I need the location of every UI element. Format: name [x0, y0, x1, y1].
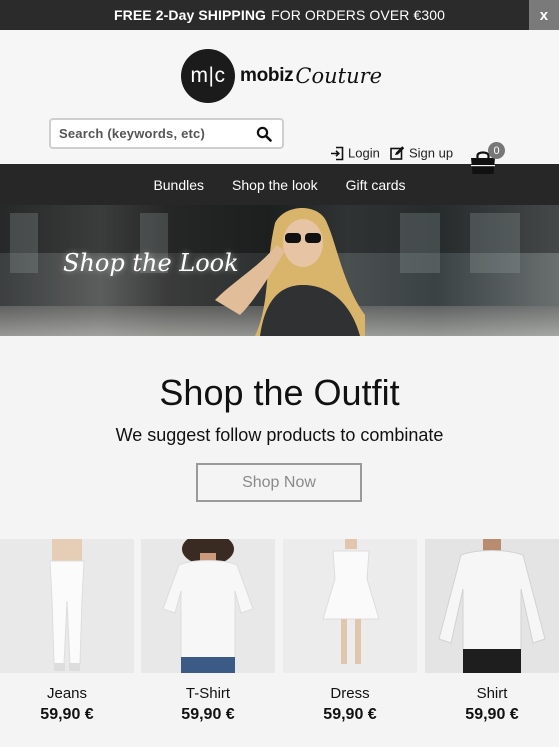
- shop-the-look-banner[interactable]: Shop the Look: [0, 205, 559, 336]
- logo-mark-text: m|c: [190, 64, 226, 87]
- nav-item-bundles[interactable]: Bundles: [153, 177, 204, 193]
- search-input[interactable]: Search (keywords, etc): [59, 126, 256, 141]
- site-header: m|c mobiz Couture Search (keywords, etc)…: [0, 30, 559, 174]
- banner-window: [400, 213, 440, 273]
- promo-bold-text: FREE 2-Day SHIPPING: [114, 7, 267, 23]
- product-name: T-Shirt: [185, 685, 231, 702]
- logo-word-mobiz: mobiz: [240, 65, 294, 86]
- product-card-jeans[interactable]: Jeans 59,90 €: [0, 539, 134, 724]
- shop-now-button[interactable]: Shop Now: [196, 463, 362, 502]
- nav-item-gift-cards[interactable]: Gift cards: [346, 177, 406, 193]
- product-grid: Jeans 59,90 € T-Shirt 59,90 € Dress 59,9…: [0, 539, 559, 747]
- login-label: Login: [348, 145, 380, 161]
- jeans-illustration: [0, 539, 134, 673]
- banner-model-image: [215, 208, 365, 336]
- product-card-shirt[interactable]: Shirt 59,90 €: [425, 539, 559, 724]
- banner-window: [10, 213, 38, 273]
- nav-item-shop-the-look[interactable]: Shop the look: [232, 177, 318, 193]
- login-icon: [331, 146, 344, 160]
- search-icon[interactable]: [256, 126, 272, 142]
- search-box[interactable]: Search (keywords, etc): [49, 118, 284, 149]
- dress-illustration: [283, 539, 417, 673]
- close-promo-button[interactable]: x: [529, 0, 559, 30]
- product-name: Shirt: [476, 685, 508, 702]
- banner-script-text: Shop the Look: [63, 249, 239, 277]
- logo-mark: m|c: [181, 49, 235, 103]
- product-price: 59,90 €: [181, 706, 235, 723]
- promo-bar: FREE 2-Day SHIPPING FOR ORDERS OVER €300…: [0, 0, 559, 30]
- signup-icon: [390, 146, 405, 160]
- tshirt-illustration: [141, 539, 275, 673]
- product-card-dress[interactable]: Dress 59,90 €: [283, 539, 417, 724]
- product-image-shirt[interactable]: [425, 539, 559, 673]
- promo-text: FOR ORDERS OVER €300: [271, 7, 445, 23]
- product-price: 59,90 €: [323, 706, 377, 723]
- shop-outfit-section: Shop the Outfit We suggest follow produc…: [0, 336, 559, 539]
- product-card-tshirt[interactable]: T-Shirt 59,90 €: [141, 539, 275, 724]
- product-price: 59,90 €: [465, 706, 519, 723]
- product-price: 59,90 €: [40, 706, 94, 723]
- brand-logo[interactable]: m|c mobiz Couture: [181, 49, 382, 103]
- section-subtitle: We suggest follow products to combinate: [115, 425, 444, 445]
- section-title: Shop the Outfit: [159, 372, 400, 413]
- login-link[interactable]: Login: [330, 146, 380, 161]
- product-image-tshirt[interactable]: [141, 539, 275, 673]
- close-icon: x: [539, 6, 549, 24]
- product-image-jeans[interactable]: [0, 539, 134, 673]
- cart-count-badge: 0: [488, 142, 505, 159]
- product-name: Dress: [330, 685, 370, 702]
- product-name: Jeans: [46, 685, 88, 702]
- signup-link[interactable]: Sign up: [390, 146, 453, 161]
- banner-window: [470, 213, 520, 273]
- shirt-illustration: [425, 539, 559, 673]
- logo-word-couture: Couture: [295, 64, 383, 88]
- signup-label: Sign up: [409, 145, 454, 161]
- product-image-dress[interactable]: [283, 539, 417, 673]
- cart-button[interactable]: 0: [469, 142, 505, 176]
